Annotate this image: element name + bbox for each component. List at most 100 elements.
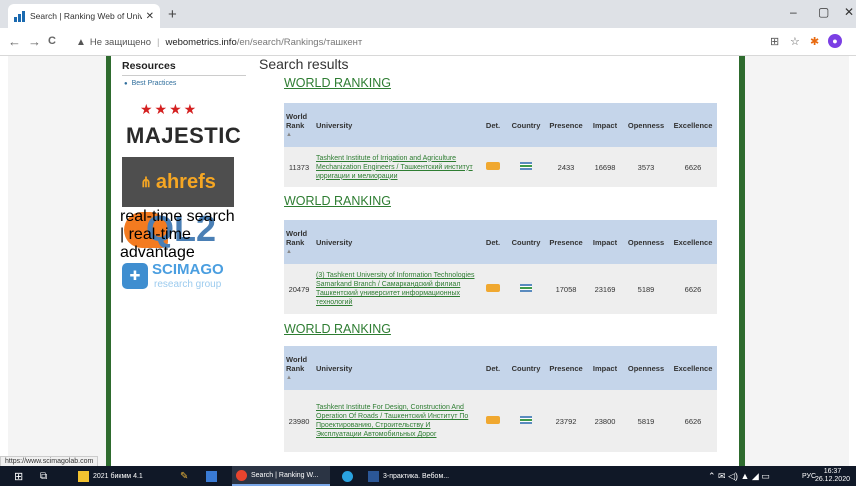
tab-close-icon[interactable]: ✕ — [146, 11, 154, 22]
app-icon: ✎ — [180, 470, 189, 482]
save-icon — [206, 470, 217, 482]
reload-button[interactable]: C — [48, 35, 56, 47]
minimize-button[interactable]: – — [790, 5, 797, 19]
tray-icons: ⌃ ✉ ◁) ▲ ◢ ▭ — [708, 470, 770, 481]
col-impact[interactable]: Impact — [587, 346, 623, 390]
openness-cell: 5819 — [623, 390, 669, 452]
col-country[interactable]: Country — [507, 220, 545, 264]
col-excellence[interactable]: Excellence — [669, 220, 717, 264]
sort-arrow-icon[interactable]: ▲ — [286, 132, 312, 138]
scimago-logo-text: SCIMAGO — [152, 261, 224, 278]
col-openness[interactable]: Openness — [623, 103, 669, 147]
taskbar-item-label: Search | Ranking W... — [251, 471, 319, 479]
new-tab-button[interactable]: + — [168, 6, 177, 23]
col-university[interactable]: University — [314, 103, 479, 147]
uzbekistan-flag-icon — [520, 284, 532, 292]
scimago-logo[interactable]: ✚ SCIMAGO research group — [122, 259, 238, 299]
col-det: Det. — [479, 220, 507, 264]
language-indicator[interactable]: РУС — [802, 466, 816, 486]
university-link[interactable]: Tashkent Institute of Irrigation and Agr… — [316, 154, 477, 181]
taskbar-item[interactable] — [342, 466, 357, 486]
openness-cell: 3573 — [623, 147, 669, 187]
col-presence[interactable]: Presence — [545, 220, 587, 264]
col-excellence[interactable]: Excellence — [669, 346, 717, 390]
url-separator: | — [156, 36, 160, 48]
world-ranking-link[interactable]: WORLD RANKING — [284, 194, 391, 208]
star-icon[interactable]: ☆ — [790, 35, 800, 48]
ahrefs-logo-text: ahrefs — [155, 170, 216, 193]
col-university[interactable]: University — [314, 220, 479, 264]
profile-icon[interactable]: ● — [828, 34, 842, 48]
presence-cell: 2433 — [545, 147, 587, 187]
taskbar-item-chrome[interactable]: Search | Ranking W... — [232, 466, 330, 486]
majestic-stars-icon: ★★★★ — [140, 101, 199, 117]
world-ranking-link[interactable]: WORLD RANKING — [284, 322, 391, 336]
details-icon[interactable] — [486, 416, 500, 424]
scimago-mark-icon: ✚ — [122, 263, 148, 289]
university-link[interactable]: Tashkent Institute For Design, Construct… — [316, 403, 477, 439]
col-university[interactable]: University — [314, 346, 479, 390]
ahrefs-logo[interactable]: ⋔ ahrefs — [122, 157, 234, 207]
page-title: Search results — [259, 56, 349, 72]
col-world-rank[interactable]: World Rank ▲ — [284, 103, 314, 147]
rank-cell: 20479 — [284, 264, 314, 314]
details-icon[interactable] — [486, 284, 500, 292]
col-openness[interactable]: Openness — [623, 346, 669, 390]
taskbar-item[interactable]: ✎ — [180, 466, 188, 486]
col-excellence[interactable]: Excellence — [669, 103, 717, 147]
browser-tab[interactable]: Search | Ranking Web of Univers ✕ — [8, 4, 160, 28]
telegram-icon — [342, 470, 353, 482]
taskbar-item-word[interactable]: 3-практика. Вебом... — [368, 466, 449, 486]
col-country[interactable]: Country — [507, 346, 545, 390]
windows-taskbar: ⊞ ⧉ 2021 бикмм 4.1 ✎ Search | Ranking W.… — [0, 466, 856, 486]
ahrefs-mark-icon: ⋔ — [140, 173, 152, 190]
word-icon — [368, 470, 379, 482]
not-secure-label: Не защищено — [89, 36, 151, 48]
col-presence[interactable]: Presence — [545, 103, 587, 147]
taskbar-item-label: 2021 бикмм 4.1 — [93, 472, 143, 480]
rank-cell: 23980 — [284, 390, 314, 452]
det-cell — [479, 264, 507, 314]
url-field[interactable]: ▲ Не защищено | webometrics.info /en/sea… — [72, 32, 712, 52]
taskbar-item[interactable] — [206, 466, 221, 486]
col-world-rank[interactable]: World Rank ▲ — [284, 220, 314, 264]
puzzle-icon[interactable]: ✱ — [810, 35, 819, 48]
taskbar-item[interactable]: 2021 бикмм 4.1 — [78, 466, 143, 486]
sort-arrow-icon[interactable]: ▲ — [286, 375, 312, 381]
table-row: 11373 Tashkent Institute of Irrigation a… — [284, 147, 717, 187]
translate-icon[interactable]: ⊞ — [770, 35, 779, 48]
scimago-subtitle: research group — [154, 279, 222, 290]
university-link[interactable]: (3) Tashkent University of Information T… — [316, 271, 477, 307]
left-margin — [8, 56, 110, 466]
clock[interactable]: 16:37 26.12.2020 — [815, 468, 850, 484]
ranking-table: World Rank ▲ University Det. Country Pres… — [284, 346, 717, 452]
impact-cell: 23800 — [587, 390, 623, 452]
col-openness[interactable]: Openness — [623, 220, 669, 264]
university-cell: (3) Tashkent University of Information T… — [314, 264, 479, 314]
forward-button[interactable]: → — [28, 34, 41, 49]
uzbekistan-flag-icon — [520, 416, 532, 424]
url-path: /en/search/Rankings/ташкент — [236, 36, 363, 48]
col-world-rank-label: World Rank — [286, 112, 308, 130]
details-icon[interactable] — [486, 162, 500, 170]
col-impact[interactable]: Impact — [587, 103, 623, 147]
col-world-rank[interactable]: World Rank ▲ — [284, 346, 314, 390]
maximize-button[interactable]: ▢ — [818, 5, 829, 19]
back-button[interactable]: ← — [8, 34, 21, 49]
chrome-icon — [236, 469, 247, 481]
majestic-logo[interactable]: ★★★★ MAJESTIC — [118, 101, 241, 161]
best-practices-link[interactable]: Best Practices — [124, 80, 177, 87]
system-tray[interactable]: ⌃ ✉ ◁) ▲ ◢ ▭ — [708, 466, 770, 486]
sort-arrow-icon[interactable]: ▲ — [286, 249, 312, 255]
address-bar: ← → C ▲ Не защищено | webometrics.info /… — [0, 28, 856, 56]
left-frame-bar — [106, 56, 111, 466]
close-window-button[interactable]: ✕ — [844, 5, 854, 19]
start-button[interactable]: ⊞ — [14, 466, 23, 486]
world-ranking-link[interactable]: WORLD RANKING — [284, 76, 391, 90]
col-country[interactable]: Country — [507, 103, 545, 147]
col-impact[interactable]: Impact — [587, 220, 623, 264]
ql2-tagline: real-time search | real-time advantage — [120, 208, 235, 261]
task-view-icon: ⧉ — [40, 470, 48, 482]
task-view-button[interactable]: ⧉ — [40, 466, 47, 486]
col-presence[interactable]: Presence — [545, 346, 587, 390]
